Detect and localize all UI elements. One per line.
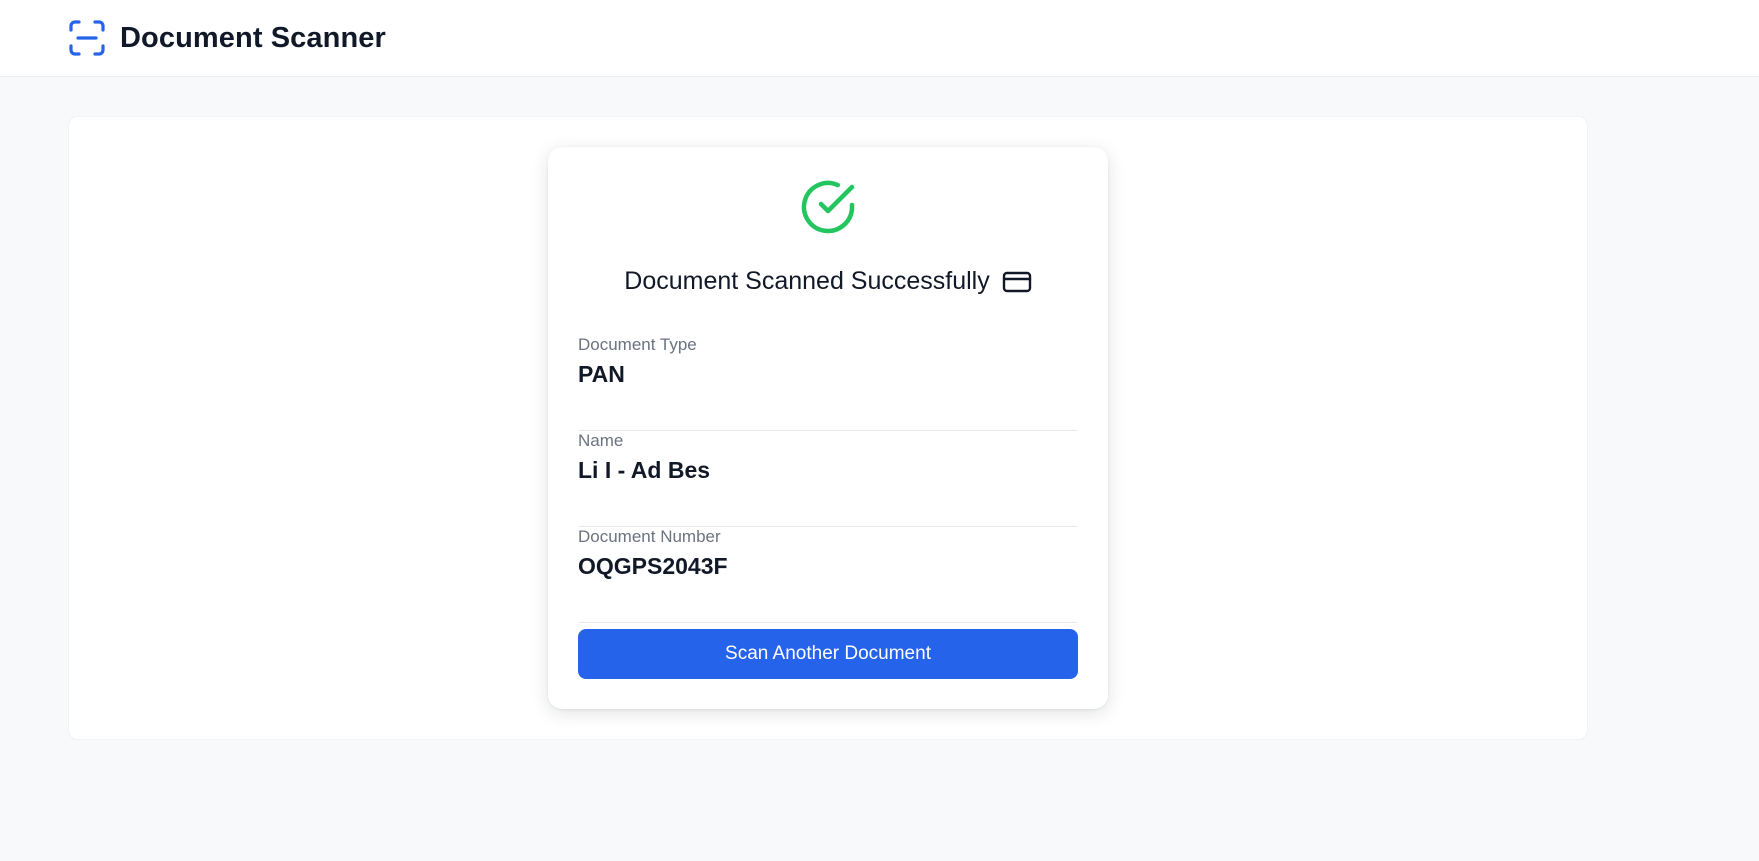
field-value: Li I - Ad Bes xyxy=(578,457,711,483)
scan-result-card: Document Scanned Successfully Document T… xyxy=(548,147,1108,709)
field-label: Name xyxy=(578,431,624,450)
check-circle-icon xyxy=(798,177,858,237)
field-document-type: Document Type PAN xyxy=(578,335,1078,431)
result-heading: Document Scanned Successfully xyxy=(548,267,1108,296)
field-document-number: Document Number OQGPS2043F xyxy=(578,527,1078,623)
scan-another-button[interactable]: Scan Another Document xyxy=(578,629,1078,679)
scan-icon xyxy=(68,19,106,57)
field-value: OQGPS2043F xyxy=(578,553,728,579)
app-title: Document Scanner xyxy=(120,21,386,54)
field-name: Name Li I - Ad Bes xyxy=(578,431,1078,527)
credit-card-icon xyxy=(1002,270,1032,294)
top-bar: Document Scanner xyxy=(0,0,1759,77)
field-label: Document Number xyxy=(578,527,721,546)
field-value: PAN xyxy=(578,361,625,387)
field-label: Document Type xyxy=(578,335,697,354)
result-title: Document Scanned Successfully xyxy=(624,267,990,295)
